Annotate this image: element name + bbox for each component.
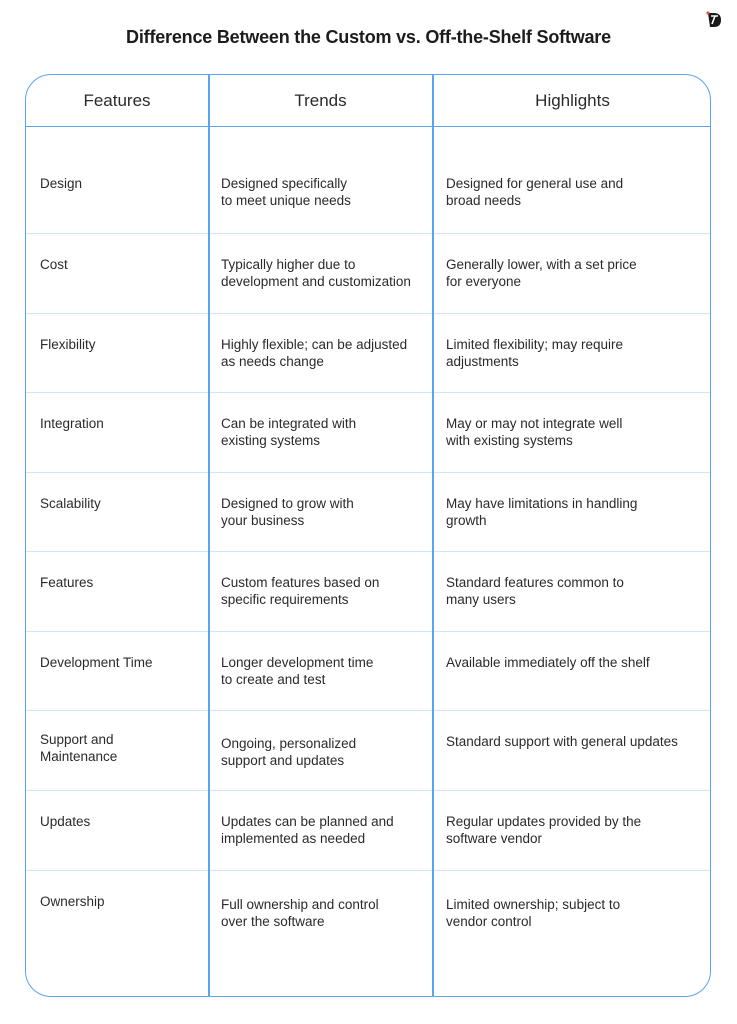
cell-feature: Integration (40, 416, 104, 433)
cell-trend: Full ownership and control over the softw… (221, 897, 379, 930)
cell-trend: Custom features based on specific require… (221, 575, 379, 608)
cell-highlight: Available immediately off the shelf (446, 655, 650, 672)
cell-line: Standard support with general updates (446, 734, 678, 749)
cell-line: as needs change (221, 353, 324, 369)
header-highlights: Highlights (535, 91, 610, 110)
table-row: Integration Can be integrated with existin… (26, 392, 710, 473)
cell-line: Standard features common to (446, 575, 624, 590)
page-title: Difference Between the Custom vs. Off-th… (126, 27, 611, 47)
column-divider (208, 75, 210, 996)
cell-highlight: May or may not integrate well with existi… (446, 416, 622, 449)
cell-trend: Can be integrated with existing systems (221, 416, 356, 449)
cell-line: Flexibility (40, 337, 96, 352)
cell-line: Ownership (40, 894, 105, 909)
cell-line: Design (40, 176, 83, 191)
cell-trend: Designed specifically to meet unique need… (221, 176, 351, 209)
table-row: Support and Maintenance Ongoing, personali… (26, 710, 710, 791)
table-row: Ownership Full ownership and control over … (26, 870, 710, 996)
table-row: Development Time Longer development time t… (26, 631, 710, 711)
cell-feature: Support and Maintenance (40, 732, 117, 765)
brand-logo-icon (706, 11, 721, 27)
cell-line: Full ownership and control (221, 897, 379, 912)
cell-line: May have limitations in handling (446, 496, 638, 511)
cell-line: Custom features based on (221, 575, 380, 590)
cell-line: implemented as needed (221, 830, 366, 846)
cell-highlight: Standard support with general updates (446, 734, 678, 751)
cell-trend: Typically higher due to development and c… (221, 257, 411, 290)
cell-line: adjustments (446, 353, 519, 369)
cell-line: Designed specifically (221, 176, 348, 191)
cell-line: specific requirements (221, 591, 349, 607)
table-row: Updates Updates can be planned and impleme… (26, 790, 710, 871)
cell-line: Generally lower, with a set price (446, 257, 637, 272)
cell-trend: Longer development time to create and tes… (221, 655, 373, 688)
cell-line: many users (446, 591, 516, 607)
cell-trend: Ongoing, personalized support and updates (221, 736, 356, 769)
table-row: Flexibility Highly flexible; can be adjus… (26, 313, 710, 393)
cell-highlight: Designed for general use and broad needs (446, 176, 623, 209)
cell-line: Longer development time (221, 655, 374, 670)
cell-line: Designed for general use and (446, 176, 624, 191)
cell-line: Highly flexible; can be adjusted (221, 337, 408, 352)
cell-line: over the software (221, 913, 325, 929)
cell-feature: Ownership (40, 894, 105, 911)
cell-highlight: Limited ownership; subject to vendor cont… (446, 897, 620, 930)
cell-line: vendor control (446, 913, 532, 929)
cell-line: with existing systems (446, 432, 573, 448)
cell-line: for everyone (446, 273, 522, 289)
cell-line: to create and test (221, 671, 326, 687)
cell-highlight: May have limitations in handling growth (446, 496, 637, 529)
cell-line: software vendor (446, 830, 543, 846)
cell-feature: Design (40, 176, 82, 193)
cell-line: Features (40, 575, 94, 590)
cell-trend: Highly flexible; can be adjusted as needs… (221, 337, 407, 370)
cell-line: Typically higher due to (221, 257, 356, 272)
cell-line: Limited flexibility; may require (446, 337, 624, 352)
cell-line: Updates can be planned and (221, 814, 394, 829)
comparison-table: Features Trends Highlights Design Designe… (25, 74, 711, 997)
header-features: Features (83, 91, 151, 110)
cell-line: Development Time (40, 655, 153, 670)
table-row: Design Designed specifically to meet uniqu… (26, 126, 710, 234)
cell-feature: Updates (40, 814, 90, 831)
cell-line: existing systems (221, 432, 321, 448)
cell-highlight: Limited flexibility; may require adjustme… (446, 337, 623, 370)
cell-line: Designed to grow with (221, 496, 354, 511)
cell-highlight: Regular updates provided by the software … (446, 814, 641, 847)
cell-line: Integration (40, 416, 104, 431)
cell-line: Limited ownership; subject to (446, 897, 621, 912)
cell-line: broad needs (446, 192, 522, 208)
table-header: Features Trends Highlights (26, 75, 710, 127)
cell-trend: Updates can be planned and implemented as… (221, 814, 394, 847)
cell-line: Updates (40, 814, 91, 829)
cell-line: Available immediately off the shelf (446, 655, 650, 670)
cell-line: Regular updates provided by the (446, 814, 642, 829)
cell-line: Support and (40, 732, 114, 747)
cell-line: Maintenance (40, 748, 118, 764)
cell-feature: Scalability (40, 496, 101, 513)
cell-line: your business (221, 512, 305, 528)
cell-line: May or may not integrate well (446, 416, 623, 431)
cell-line: Ongoing, personalized (221, 736, 357, 751)
table-row: Cost Typically higher due to development a… (26, 233, 710, 314)
cell-line: Cost (40, 257, 68, 272)
table-row: Features Custom features based on specific… (26, 551, 710, 632)
cell-feature: Development Time (40, 655, 153, 672)
cell-highlight: Generally lower, with a set price for eve… (446, 257, 637, 290)
cell-line: Can be integrated with (221, 416, 357, 431)
cell-trend: Designed to grow with your business (221, 496, 354, 529)
column-divider (432, 75, 434, 996)
cell-highlight: Standard features common to many users (446, 575, 624, 608)
cell-feature: Cost (40, 257, 68, 274)
table-row: Scalability Designed to grow with your bus… (26, 472, 710, 552)
cell-line: Scalability (40, 496, 101, 511)
cell-line: to meet unique needs (221, 192, 351, 208)
cell-line: growth (446, 512, 487, 528)
header-trends: Trends (294, 91, 347, 110)
cell-feature: Features (40, 575, 93, 592)
cell-line: support and updates (221, 752, 345, 768)
cell-feature: Flexibility (40, 337, 96, 354)
cell-line: development and customization (221, 273, 411, 289)
